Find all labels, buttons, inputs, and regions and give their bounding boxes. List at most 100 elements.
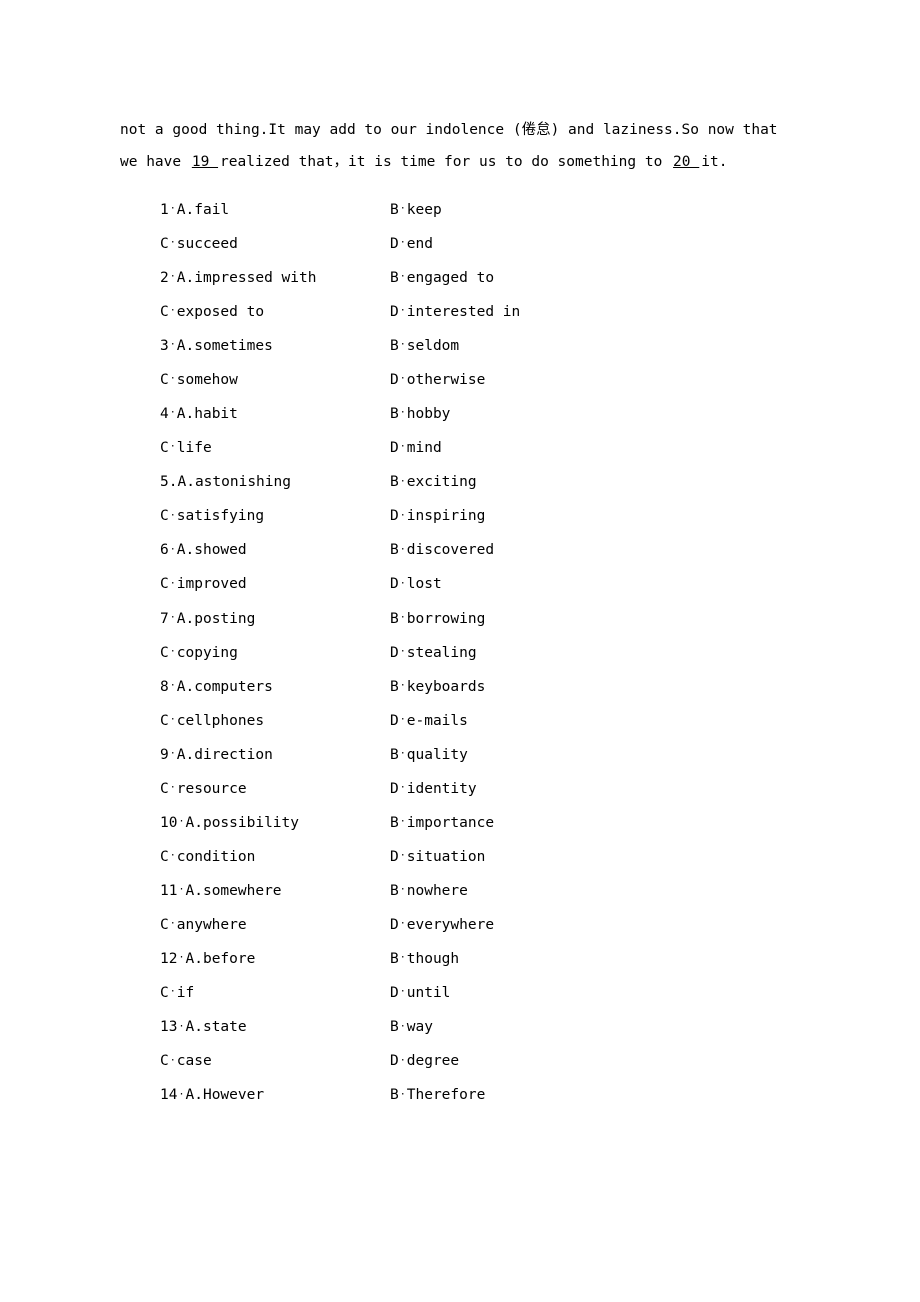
option-b-text: discovered — [407, 542, 494, 558]
label-d: D — [390, 849, 399, 865]
option-c-text: if — [177, 985, 194, 1001]
separator: · — [169, 572, 177, 596]
label-c: C — [160, 576, 169, 592]
separator: · — [399, 470, 407, 494]
separator: · — [399, 333, 407, 357]
blank-20: 20 — [671, 154, 701, 170]
option-a-text: impressed with — [194, 270, 316, 286]
question-number: 3 — [160, 338, 169, 354]
option-d-cell: D·otherwise — [390, 363, 800, 397]
question-row-ab: 7·A.postingB·borrowing — [160, 602, 800, 636]
question-row-ab: 1·A.failB·keep — [160, 193, 800, 227]
option-a-text: before — [203, 951, 255, 967]
option-b-text: engaged to — [407, 270, 494, 286]
question-row-cd: C·caseD·degree — [160, 1044, 800, 1078]
question-6: 6·A.showedB·discoveredC·improvedD·lost — [160, 533, 800, 601]
passage-mid: realized that，it is time for us to do so… — [220, 154, 662, 170]
question-4: 4·A.habitB·hobbyC·lifeD·mind — [160, 397, 800, 465]
option-c-text: copying — [177, 645, 238, 661]
label-a: A. — [177, 542, 194, 558]
separator: · — [399, 708, 407, 732]
option-c-cell: C·if — [160, 976, 390, 1010]
option-a-cell: 8·A.computers — [160, 670, 390, 704]
label-c: C — [160, 508, 169, 524]
option-b-cell: B·hobby — [390, 397, 800, 431]
option-b-cell: B·Therefore — [390, 1078, 800, 1112]
option-b-cell: B·though — [390, 942, 800, 976]
label-a: A. — [177, 338, 194, 354]
label-c: C — [160, 372, 169, 388]
label-a: A. — [186, 951, 203, 967]
label-d: D — [390, 236, 399, 252]
separator: · — [169, 606, 177, 630]
option-b-cell: B·discovered — [390, 533, 800, 567]
label-c: C — [160, 713, 169, 729]
option-c-text: exposed to — [177, 304, 264, 320]
question-2: 2·A.impressed withB·engaged toC·exposed … — [160, 261, 800, 329]
label-d: D — [390, 576, 399, 592]
option-a-text: somewhere — [203, 883, 282, 899]
option-d-text: situation — [407, 849, 486, 865]
question-number: 4 — [160, 406, 169, 422]
separator: · — [399, 674, 407, 698]
separator: · — [399, 435, 407, 459]
question-12: 12·A.beforeB·thoughC·ifD·until — [160, 942, 800, 1010]
question-row-cd: C·satisfyingD·inspiring — [160, 499, 800, 533]
option-a-text: However — [203, 1087, 264, 1103]
option-d-cell: D·stealing — [390, 636, 800, 670]
option-c-text: condition — [177, 849, 256, 865]
option-b-text: quality — [407, 747, 468, 763]
option-a-cell: 12·A.before — [160, 942, 390, 976]
question-number: 11 — [160, 883, 177, 899]
question-row-ab: 5.A.astonishingB·exciting — [160, 465, 800, 499]
label-a: A. — [177, 406, 194, 422]
separator: · — [177, 1083, 185, 1107]
label-a: A. — [186, 815, 203, 831]
separator: · — [169, 197, 177, 221]
label-d: D — [390, 440, 399, 456]
option-a-cell: 4·A.habit — [160, 397, 390, 431]
option-a-cell: 3·A.sometimes — [160, 329, 390, 363]
label-c: C — [160, 985, 169, 1001]
option-c-text: resource — [177, 781, 247, 797]
option-a-cell: 13·A.state — [160, 1010, 390, 1044]
question-number: 9 — [160, 747, 169, 763]
separator: · — [177, 946, 185, 970]
separator: · — [399, 197, 407, 221]
question-8: 8·A.computersB·keyboardsC·cellphonesD·e-… — [160, 670, 800, 738]
option-b-text: importance — [407, 815, 494, 831]
option-a-text: state — [203, 1019, 247, 1035]
option-b-cell: B·exciting — [390, 465, 800, 499]
label-c: C — [160, 781, 169, 797]
question-row-cd: C·copyingD·stealing — [160, 636, 800, 670]
question-row-cd: C·succeedD·end — [160, 227, 800, 261]
option-b-text: Therefore — [407, 1087, 486, 1103]
separator: · — [169, 299, 177, 323]
option-c-cell: C·cellphones — [160, 704, 390, 738]
label-b: B — [390, 611, 399, 627]
question-row-ab: 3·A.sometimesB·seldom — [160, 329, 800, 363]
label-a: A. — [186, 1087, 203, 1103]
label-b: B — [390, 1019, 399, 1035]
blank-19: 19 — [190, 154, 220, 170]
option-b-cell: B·seldom — [390, 329, 800, 363]
option-d-cell: D·mind — [390, 431, 800, 465]
separator: · — [169, 912, 177, 936]
separator: · — [169, 231, 177, 255]
option-d-cell: D·end — [390, 227, 800, 261]
option-b-cell: B·way — [390, 1010, 800, 1044]
passage-post: it. — [701, 154, 727, 170]
option-d-cell: D·until — [390, 976, 800, 1010]
option-d-text: lost — [407, 576, 442, 592]
option-c-text: case — [177, 1053, 212, 1069]
option-d-text: interested in — [407, 304, 521, 320]
option-b-text: seldom — [407, 338, 459, 354]
separator: · — [169, 844, 177, 868]
separator: · — [169, 776, 177, 800]
question-9: 9·A.directionB·qualityC·resourceD·identi… — [160, 738, 800, 806]
separator: · — [399, 299, 407, 323]
label-b: B — [390, 202, 399, 218]
option-b-text: keyboards — [407, 679, 486, 695]
option-d-cell: D·interested in — [390, 295, 800, 329]
label-a: A. — [186, 1019, 203, 1035]
